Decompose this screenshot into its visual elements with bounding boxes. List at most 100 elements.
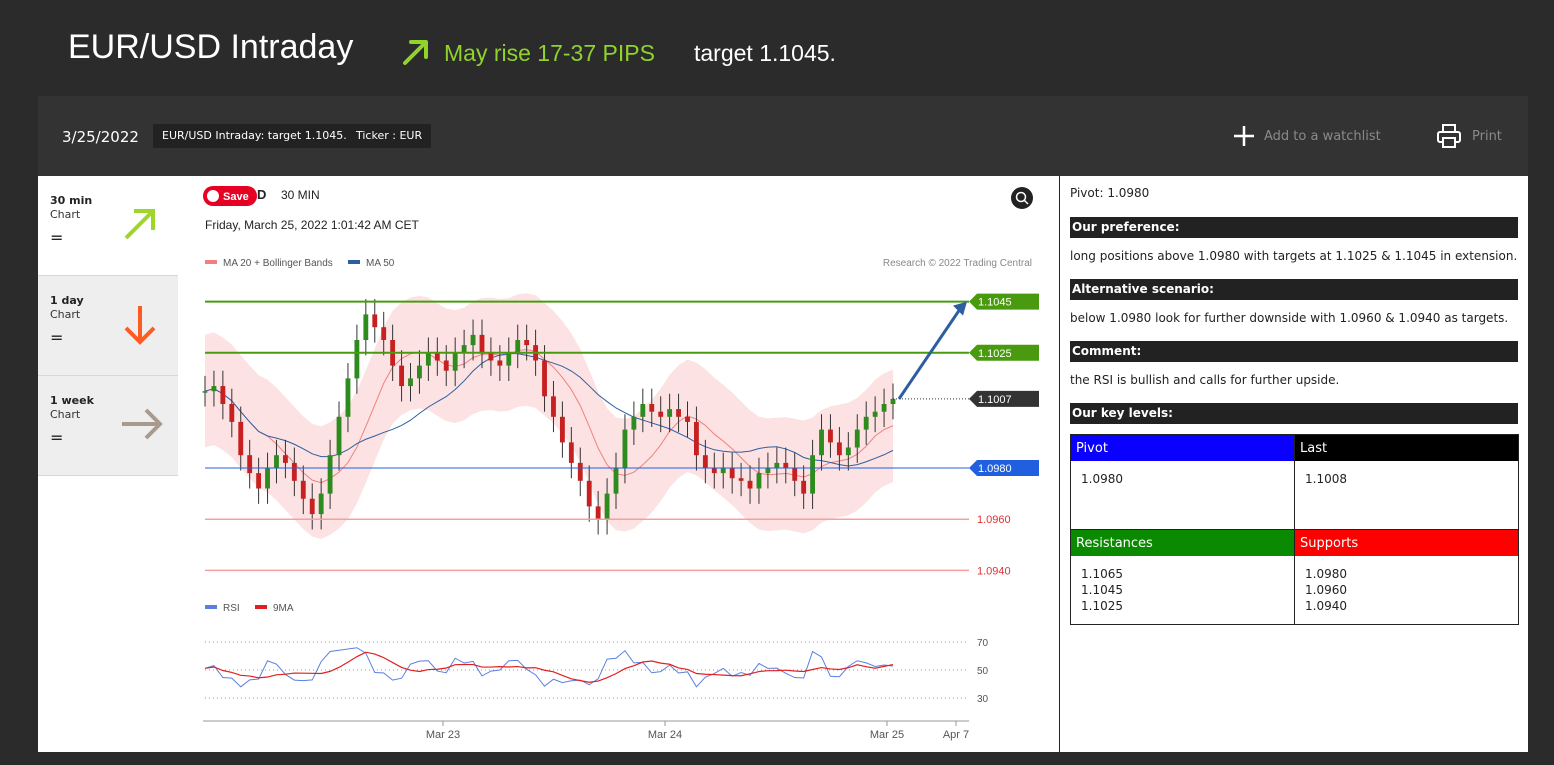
timeframe-title: 1 week	[50, 394, 94, 407]
print-label: Print	[1472, 128, 1502, 144]
interval-label: 30 MIN	[281, 188, 320, 202]
pivot-value: 1.0980	[1081, 472, 1123, 486]
candle-body	[622, 429, 628, 468]
preference-text: long positions above 1.0980 with targets…	[1070, 249, 1518, 263]
timeframe-value: =	[50, 228, 64, 247]
save-button[interactable]: Save	[203, 186, 257, 206]
comment-text: the RSI is bullish and calls for further…	[1070, 373, 1340, 387]
candle-body	[694, 421, 699, 456]
candle-body	[747, 480, 753, 489]
legend-rsi-swatch	[205, 605, 217, 609]
candle-body	[828, 429, 833, 443]
candle-body	[247, 455, 253, 474]
candle-body	[854, 429, 860, 448]
level-label: 1.1007	[978, 394, 1012, 406]
candle-body	[702, 455, 708, 468]
candle-body	[399, 365, 404, 387]
pivot-header: Pivot	[1071, 435, 1294, 461]
candle-body	[452, 352, 458, 371]
candle-body	[881, 404, 887, 412]
candle-body	[845, 447, 851, 456]
candle-body	[595, 506, 601, 520]
title-tag: EUR/USD Intraday: target 1.1045.	[153, 124, 356, 148]
level-label: 1.1045	[978, 297, 1012, 309]
timeframe-1week[interactable]: 1 week Chart =	[38, 376, 178, 476]
add-to-watchlist-button[interactable]: Add to a watchlist	[1232, 124, 1381, 148]
candle-body	[515, 340, 521, 353]
x-ticks: Mar 23 Mar 24 Mar 25 Apr 7	[426, 721, 969, 741]
rsi-tick-label: 70	[977, 638, 989, 649]
resistances-cell: Resistances 1.1065 1.1045 1.1025	[1070, 529, 1295, 625]
timeframe-sub: Chart	[50, 208, 81, 221]
bollinger-band	[205, 293, 893, 540]
svg-text:Save: Save	[223, 191, 249, 203]
legend-ma50-swatch	[348, 260, 360, 264]
supports-header: Supports	[1295, 530, 1518, 556]
timeframe-title: 1 day	[50, 294, 84, 307]
timeframe-sub: Chart	[50, 308, 81, 321]
pinterest-icon	[207, 190, 219, 202]
candle-body	[408, 378, 413, 387]
candle-body	[783, 462, 789, 468]
rsi-area: 70 50 30	[204, 638, 989, 705]
level-label: 1.0960	[977, 514, 1011, 526]
zoom-icon[interactable]	[1011, 187, 1033, 209]
timeframe-title: 30 min	[50, 194, 93, 207]
candle-body	[291, 462, 297, 481]
alternative-text: below 1.0980 look for further downside w…	[1070, 311, 1509, 325]
plus-icon	[1234, 126, 1254, 146]
candle-body	[774, 462, 780, 468]
candle-body	[443, 360, 449, 371]
candle-body	[300, 480, 306, 499]
price-chart[interactable]: Save D 30 MIN Friday, March 25, 2022 1:0…	[193, 176, 1059, 752]
print-button[interactable]: Print	[1436, 123, 1502, 149]
key-levels-table: Pivot 1.0980 Last 1.1008 Resistances 1.1…	[1070, 434, 1519, 625]
candle-body	[729, 468, 735, 479]
candle-body	[354, 340, 360, 379]
candle-body	[381, 327, 387, 340]
candle-body	[604, 493, 610, 520]
timeframe-value: =	[50, 428, 64, 447]
candle-body	[577, 462, 583, 481]
candle-body	[256, 473, 262, 489]
supports-cell: Supports 1.0980 1.0960 1.0940	[1294, 529, 1519, 625]
panel-toolbar: 3/25/2022 EUR/USD Intraday: target 1.104…	[38, 96, 1528, 176]
direction-text: May rise 17-37 PIPS	[444, 40, 655, 66]
analysis-sidebar: Pivot: 1.0980 Our preference: long posit…	[1059, 176, 1528, 752]
candle-body	[819, 429, 824, 456]
legend-9ma: 9MA	[273, 603, 294, 614]
printer-icon	[1437, 124, 1461, 148]
last-header: Last	[1295, 435, 1518, 461]
analysis-panel: 3/25/2022 EUR/USD Intraday: target 1.104…	[38, 96, 1528, 752]
arrow-up-right-icon	[403, 40, 428, 65]
page-header: EUR/USD Intraday May rise 17-37 PIPS tar…	[0, 0, 1554, 96]
page-title: EUR/USD Intraday	[68, 28, 354, 66]
candle-body	[479, 334, 485, 353]
candle-body	[542, 360, 547, 397]
price-area	[202, 293, 896, 540]
candle-body	[738, 478, 744, 481]
candle-body	[586, 480, 592, 507]
candle-body	[765, 468, 771, 474]
timeframe-30min[interactable]: 30 min Chart =	[38, 176, 178, 276]
candle-body	[658, 411, 664, 417]
candle-body	[309, 498, 315, 515]
watchlist-label: Add to a watchlist	[1264, 128, 1381, 144]
legend-bb-swatch	[205, 260, 217, 264]
rsi-tick-label: 30	[977, 694, 989, 705]
key-levels-heading: Our key levels:	[1070, 403, 1518, 424]
candle-body	[792, 468, 798, 481]
arrow-up-right-icon	[124, 209, 155, 240]
candle-body	[685, 416, 690, 422]
timeframe-1day[interactable]: 1 day Chart =	[38, 276, 178, 376]
arrow-right-icon	[122, 408, 163, 440]
candle-body	[417, 365, 422, 379]
candle-body	[568, 442, 574, 463]
alternative-heading: Alternative scenario:	[1070, 279, 1518, 300]
candle-body	[265, 468, 270, 489]
candle-body	[613, 468, 619, 494]
target-text: target 1.1045.	[694, 40, 836, 66]
x-tick-label: Mar 24	[648, 729, 682, 741]
candle-body	[202, 391, 208, 393]
candle-body	[559, 416, 565, 443]
